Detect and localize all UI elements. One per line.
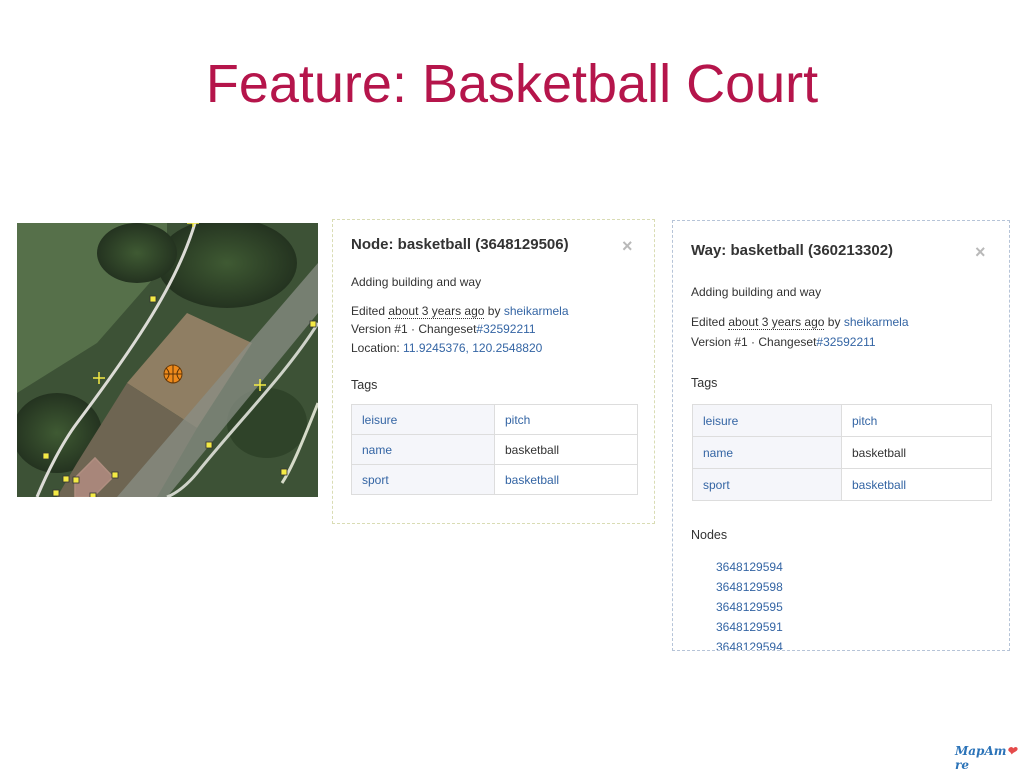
list-item[interactable]: 3648129591: [716, 617, 783, 637]
tag-value[interactable]: basketball: [841, 468, 992, 501]
tag-value[interactable]: pitch: [841, 404, 992, 437]
list-item[interactable]: 3648129594: [716, 557, 783, 577]
tag-key[interactable]: name: [692, 436, 842, 469]
node-changeset-comment: Adding building and way: [351, 275, 482, 289]
tag-value[interactable]: basketball: [494, 464, 638, 495]
tag-key[interactable]: sport: [692, 468, 842, 501]
way-inspector-panel: Way: basketball (360213302) × Adding bui…: [672, 220, 1010, 651]
table-row: sport basketball: [351, 464, 638, 495]
list-item[interactable]: 3648129598: [716, 577, 783, 597]
node-changeset-link[interactable]: #32592211: [476, 322, 535, 336]
way-node-list: 3648129594 3648129598 3648129595 3648129…: [716, 557, 783, 650]
way-changeset-link[interactable]: #32592211: [816, 335, 875, 349]
node-inspector-panel: Node: basketball (3648129506) × Adding b…: [332, 219, 655, 524]
list-item[interactable]: 3648129595: [716, 597, 783, 617]
node-location-line: Location: 11.9245376, 120.2548820: [351, 341, 543, 355]
map-view[interactable]: [17, 223, 318, 497]
close-icon[interactable]: ×: [975, 243, 986, 261]
way-nodes-heading: Nodes: [691, 528, 728, 542]
node-edited-line: Edited about 3 years ago by sheikarmela: [351, 304, 569, 319]
way-version-line: Version #1 · Changeset#32592211: [691, 335, 876, 349]
node-user-link[interactable]: sheikarmela: [504, 304, 569, 318]
way-user-link[interactable]: sheikarmela: [844, 315, 909, 329]
node-edited-time: about 3 years ago: [388, 304, 485, 319]
table-row: name basketball: [692, 436, 992, 469]
way-panel-title: Way: basketball (360213302): [691, 242, 894, 259]
way-edited-time: about 3 years ago: [728, 315, 825, 330]
tag-value[interactable]: pitch: [494, 404, 638, 435]
node-location-link[interactable]: 11.9245376, 120.2548820: [403, 341, 542, 355]
node-panel-title: Node: basketball (3648129506): [351, 236, 569, 253]
way-edited-line: Edited about 3 years ago by sheikarmela: [691, 315, 909, 330]
table-row: name basketball: [351, 434, 638, 465]
tag-value: basketball: [494, 434, 638, 465]
tag-key[interactable]: leisure: [692, 404, 842, 437]
node-tags-heading: Tags: [351, 378, 378, 392]
satellite-map[interactable]: [17, 223, 318, 497]
table-row: leisure pitch: [351, 404, 638, 435]
close-icon[interactable]: ×: [622, 237, 633, 255]
tag-key[interactable]: leisure: [351, 404, 495, 435]
basketball-icon[interactable]: [163, 364, 183, 384]
way-tags-heading: Tags: [691, 376, 718, 390]
tag-value: basketball: [841, 436, 992, 469]
tag-key[interactable]: name: [351, 434, 495, 465]
way-tags-table: leisure pitch name basketball sport bask…: [692, 404, 992, 501]
table-row: leisure pitch: [692, 404, 992, 437]
list-item[interactable]: 3648129594: [716, 637, 783, 650]
node-tags-table: leisure pitch name basketball sport bask…: [351, 404, 638, 495]
node-version-line: Version #1 · Changeset#32592211: [351, 322, 536, 336]
slide-title: Feature: Basketball Court: [205, 54, 819, 114]
tag-key[interactable]: sport: [351, 464, 495, 495]
table-row: sport basketball: [692, 468, 992, 501]
way-changeset-comment: Adding building and way: [691, 285, 822, 299]
